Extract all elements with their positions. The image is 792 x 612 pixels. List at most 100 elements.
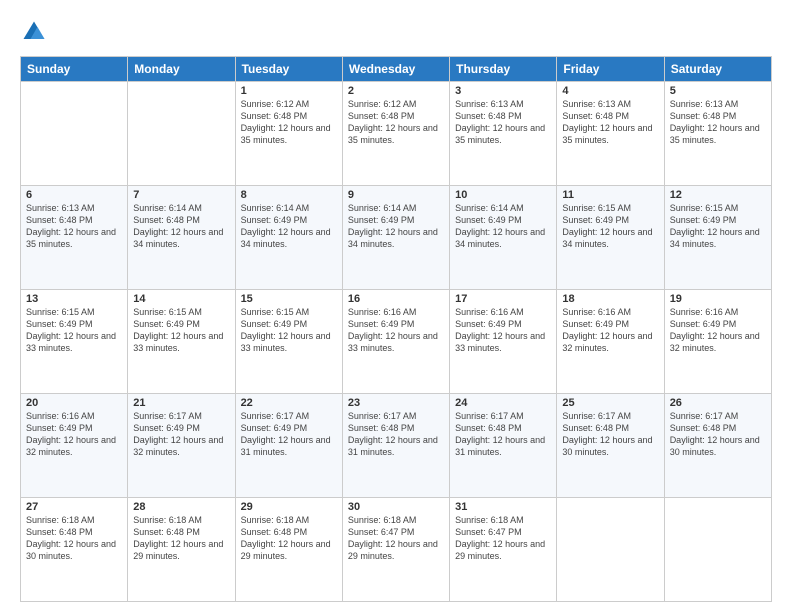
week-row-5: 27Sunrise: 6:18 AM Sunset: 6:48 PM Dayli… [21,498,772,602]
calendar-cell: 16Sunrise: 6:16 AM Sunset: 6:49 PM Dayli… [342,290,449,394]
calendar-cell: 5Sunrise: 6:13 AM Sunset: 6:48 PM Daylig… [664,82,771,186]
day-number: 2 [348,85,444,97]
day-info: Sunrise: 6:13 AM Sunset: 6:48 PM Dayligh… [26,202,122,251]
day-info: Sunrise: 6:15 AM Sunset: 6:49 PM Dayligh… [670,202,766,251]
day-info: Sunrise: 6:17 AM Sunset: 6:48 PM Dayligh… [348,410,444,459]
day-number: 26 [670,397,766,409]
calendar-cell: 6Sunrise: 6:13 AM Sunset: 6:48 PM Daylig… [21,186,128,290]
calendar-cell: 19Sunrise: 6:16 AM Sunset: 6:49 PM Dayli… [664,290,771,394]
week-row-1: 1Sunrise: 6:12 AM Sunset: 6:48 PM Daylig… [21,82,772,186]
day-number: 5 [670,85,766,97]
day-info: Sunrise: 6:18 AM Sunset: 6:48 PM Dayligh… [241,514,337,563]
day-info: Sunrise: 6:17 AM Sunset: 6:48 PM Dayligh… [670,410,766,459]
calendar-cell: 25Sunrise: 6:17 AM Sunset: 6:48 PM Dayli… [557,394,664,498]
day-info: Sunrise: 6:14 AM Sunset: 6:49 PM Dayligh… [455,202,551,251]
calendar-cell: 1Sunrise: 6:12 AM Sunset: 6:48 PM Daylig… [235,82,342,186]
day-number: 22 [241,397,337,409]
day-number: 9 [348,189,444,201]
day-number: 13 [26,293,122,305]
day-number: 25 [562,397,658,409]
day-info: Sunrise: 6:14 AM Sunset: 6:49 PM Dayligh… [241,202,337,251]
calendar-cell: 24Sunrise: 6:17 AM Sunset: 6:48 PM Dayli… [450,394,557,498]
day-info: Sunrise: 6:17 AM Sunset: 6:49 PM Dayligh… [133,410,229,459]
day-number: 27 [26,501,122,513]
day-number: 11 [562,189,658,201]
calendar-cell: 29Sunrise: 6:18 AM Sunset: 6:48 PM Dayli… [235,498,342,602]
day-number: 1 [241,85,337,97]
calendar-cell: 12Sunrise: 6:15 AM Sunset: 6:49 PM Dayli… [664,186,771,290]
header-row: SundayMondayTuesdayWednesdayThursdayFrid… [21,57,772,82]
calendar-cell [128,82,235,186]
col-header-tuesday: Tuesday [235,57,342,82]
day-number: 17 [455,293,551,305]
day-info: Sunrise: 6:12 AM Sunset: 6:48 PM Dayligh… [241,98,337,147]
col-header-saturday: Saturday [664,57,771,82]
calendar-cell: 9Sunrise: 6:14 AM Sunset: 6:49 PM Daylig… [342,186,449,290]
calendar-cell: 14Sunrise: 6:15 AM Sunset: 6:49 PM Dayli… [128,290,235,394]
calendar-cell: 30Sunrise: 6:18 AM Sunset: 6:47 PM Dayli… [342,498,449,602]
day-info: Sunrise: 6:18 AM Sunset: 6:47 PM Dayligh… [348,514,444,563]
day-number: 14 [133,293,229,305]
calendar-cell: 15Sunrise: 6:15 AM Sunset: 6:49 PM Dayli… [235,290,342,394]
day-number: 30 [348,501,444,513]
day-number: 4 [562,85,658,97]
day-info: Sunrise: 6:16 AM Sunset: 6:49 PM Dayligh… [26,410,122,459]
calendar-cell: 2Sunrise: 6:12 AM Sunset: 6:48 PM Daylig… [342,82,449,186]
day-info: Sunrise: 6:13 AM Sunset: 6:48 PM Dayligh… [562,98,658,147]
day-info: Sunrise: 6:12 AM Sunset: 6:48 PM Dayligh… [348,98,444,147]
calendar-cell: 28Sunrise: 6:18 AM Sunset: 6:48 PM Dayli… [128,498,235,602]
calendar-cell [21,82,128,186]
day-info: Sunrise: 6:16 AM Sunset: 6:49 PM Dayligh… [348,306,444,355]
calendar-cell: 4Sunrise: 6:13 AM Sunset: 6:48 PM Daylig… [557,82,664,186]
calendar-cell: 7Sunrise: 6:14 AM Sunset: 6:48 PM Daylig… [128,186,235,290]
day-number: 3 [455,85,551,97]
calendar-cell: 21Sunrise: 6:17 AM Sunset: 6:49 PM Dayli… [128,394,235,498]
day-info: Sunrise: 6:17 AM Sunset: 6:48 PM Dayligh… [562,410,658,459]
calendar-cell: 8Sunrise: 6:14 AM Sunset: 6:49 PM Daylig… [235,186,342,290]
calendar-cell: 22Sunrise: 6:17 AM Sunset: 6:49 PM Dayli… [235,394,342,498]
calendar-cell [557,498,664,602]
logo-icon [20,18,48,46]
calendar-table: SundayMondayTuesdayWednesdayThursdayFrid… [20,56,772,602]
day-info: Sunrise: 6:16 AM Sunset: 6:49 PM Dayligh… [670,306,766,355]
day-number: 19 [670,293,766,305]
calendar-cell: 20Sunrise: 6:16 AM Sunset: 6:49 PM Dayli… [21,394,128,498]
page: SundayMondayTuesdayWednesdayThursdayFrid… [0,0,792,612]
day-info: Sunrise: 6:17 AM Sunset: 6:48 PM Dayligh… [455,410,551,459]
day-info: Sunrise: 6:13 AM Sunset: 6:48 PM Dayligh… [455,98,551,147]
col-header-wednesday: Wednesday [342,57,449,82]
day-info: Sunrise: 6:15 AM Sunset: 6:49 PM Dayligh… [562,202,658,251]
day-info: Sunrise: 6:15 AM Sunset: 6:49 PM Dayligh… [26,306,122,355]
week-row-3: 13Sunrise: 6:15 AM Sunset: 6:49 PM Dayli… [21,290,772,394]
calendar-cell: 17Sunrise: 6:16 AM Sunset: 6:49 PM Dayli… [450,290,557,394]
calendar-cell: 13Sunrise: 6:15 AM Sunset: 6:49 PM Dayli… [21,290,128,394]
calendar-cell: 26Sunrise: 6:17 AM Sunset: 6:48 PM Dayli… [664,394,771,498]
day-number: 29 [241,501,337,513]
day-number: 20 [26,397,122,409]
day-number: 21 [133,397,229,409]
day-number: 28 [133,501,229,513]
day-info: Sunrise: 6:16 AM Sunset: 6:49 PM Dayligh… [455,306,551,355]
calendar-cell: 11Sunrise: 6:15 AM Sunset: 6:49 PM Dayli… [557,186,664,290]
day-info: Sunrise: 6:15 AM Sunset: 6:49 PM Dayligh… [133,306,229,355]
day-info: Sunrise: 6:18 AM Sunset: 6:47 PM Dayligh… [455,514,551,563]
week-row-2: 6Sunrise: 6:13 AM Sunset: 6:48 PM Daylig… [21,186,772,290]
day-number: 18 [562,293,658,305]
header [20,18,772,46]
calendar-cell: 3Sunrise: 6:13 AM Sunset: 6:48 PM Daylig… [450,82,557,186]
day-info: Sunrise: 6:18 AM Sunset: 6:48 PM Dayligh… [26,514,122,563]
day-info: Sunrise: 6:15 AM Sunset: 6:49 PM Dayligh… [241,306,337,355]
calendar-cell: 31Sunrise: 6:18 AM Sunset: 6:47 PM Dayli… [450,498,557,602]
day-info: Sunrise: 6:18 AM Sunset: 6:48 PM Dayligh… [133,514,229,563]
calendar-cell: 18Sunrise: 6:16 AM Sunset: 6:49 PM Dayli… [557,290,664,394]
day-info: Sunrise: 6:17 AM Sunset: 6:49 PM Dayligh… [241,410,337,459]
col-header-sunday: Sunday [21,57,128,82]
day-info: Sunrise: 6:14 AM Sunset: 6:49 PM Dayligh… [348,202,444,251]
calendar-cell: 10Sunrise: 6:14 AM Sunset: 6:49 PM Dayli… [450,186,557,290]
day-number: 7 [133,189,229,201]
calendar-cell: 27Sunrise: 6:18 AM Sunset: 6:48 PM Dayli… [21,498,128,602]
calendar-cell [664,498,771,602]
week-row-4: 20Sunrise: 6:16 AM Sunset: 6:49 PM Dayli… [21,394,772,498]
day-number: 23 [348,397,444,409]
logo [20,18,52,46]
